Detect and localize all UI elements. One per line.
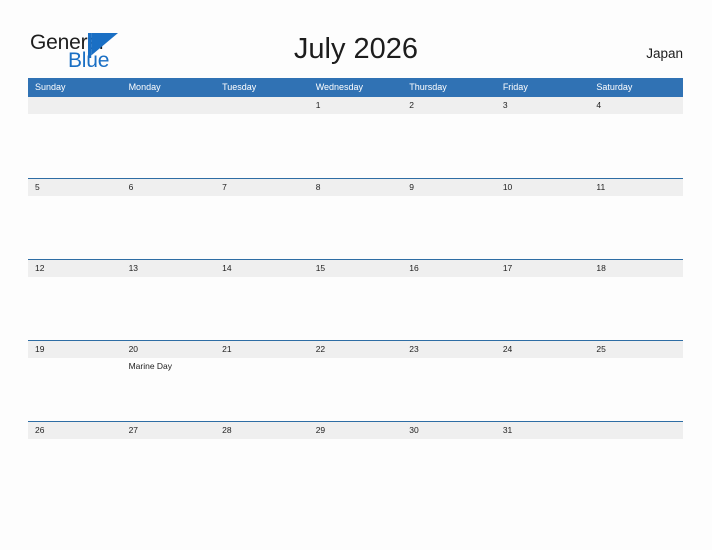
- calendar-day-cell[interactable]: 16: [402, 260, 496, 340]
- day-number: 16: [409, 263, 419, 273]
- weekday-header-wednesday: Wednesday: [315, 82, 364, 92]
- calendar-day-cell[interactable]: 22: [309, 341, 403, 421]
- weekday-header-monday: Monday: [128, 82, 161, 92]
- calendar-weeks: 1 2 3 4 5 6 7 8 9 10 11 12 13 14 15 16 17 18 19 20 Marine Da…: [28, 97, 683, 502]
- weekday-header-sunday: Sunday: [35, 82, 66, 92]
- weekday-header-thursday: Thursday: [409, 82, 447, 92]
- week-cells: 5 6 7 8 9 10 11: [28, 179, 683, 259]
- calendar-day-cell[interactable]: 10: [496, 179, 590, 259]
- calendar-week-row: 26 27 28 29 30 31: [28, 421, 683, 502]
- calendar-day-cell[interactable]: 23: [402, 341, 496, 421]
- day-number: 22: [315, 344, 326, 354]
- calendar-day-cell[interactable]: 26: [28, 422, 122, 502]
- weekday-header-tuesday: Tuesday: [222, 82, 257, 92]
- day-number: 8: [315, 182, 321, 192]
- weekday-header-saturday: Saturday: [596, 82, 633, 92]
- day-number: 11: [596, 182, 606, 192]
- calendar-day-cell[interactable]: 11: [589, 179, 683, 259]
- day-number: 9: [409, 182, 414, 192]
- day-number: 2: [409, 100, 414, 110]
- calendar-day-cell[interactable]: 14: [215, 260, 309, 340]
- country-label: Japan: [646, 46, 683, 61]
- week-cells: 12 13 14 15 16 17 18: [28, 260, 683, 340]
- weekday-header-row: Sunday Monday Tuesday Wednesday Thursday…: [28, 78, 683, 97]
- day-number: 10: [502, 182, 513, 192]
- day-number: 4: [596, 100, 602, 110]
- day-number: 13: [128, 263, 139, 273]
- calendar-day-cell[interactable]: 15: [309, 260, 403, 340]
- calendar-day-cell[interactable]: 31: [496, 422, 590, 502]
- calendar-day-cell[interactable]: 25: [589, 341, 683, 421]
- calendar-week-row: 19 20 Marine Day 21 22 23 24 25: [28, 340, 683, 421]
- calendar-grid: Sunday Monday Tuesday Wednesday Thursday…: [28, 78, 683, 502]
- holiday-event-label: Marine Day: [128, 361, 173, 371]
- day-number: 1: [315, 100, 321, 110]
- page-header: General Blue July 2026 Japan: [0, 0, 712, 78]
- calendar-day-cell[interactable]: 27: [122, 422, 216, 502]
- day-number: 3: [502, 100, 508, 110]
- day-number: 21: [222, 344, 232, 354]
- day-number: 14: [222, 263, 232, 273]
- calendar-day-cell[interactable]: 18: [589, 260, 683, 340]
- day-number: 6: [128, 182, 134, 192]
- calendar-day-cell[interactable]: 19: [28, 341, 122, 421]
- day-number: 7: [222, 182, 227, 192]
- day-number: 25: [596, 344, 606, 354]
- day-events: Marine Day: [129, 358, 216, 372]
- calendar-week-row: 5 6 7 8 9 10 11: [28, 178, 683, 259]
- day-number: 19: [35, 344, 45, 354]
- calendar-day-cell-empty: [589, 422, 683, 502]
- calendar-day-cell[interactable]: 20 Marine Day: [122, 341, 216, 421]
- day-number: 26: [35, 425, 45, 435]
- calendar-day-cell[interactable]: 29: [309, 422, 403, 502]
- calendar-week-row: 12 13 14 15 16 17 18: [28, 259, 683, 340]
- day-number: 15: [315, 263, 326, 273]
- day-number: 24: [502, 344, 513, 354]
- day-number: 28: [222, 425, 232, 435]
- calendar-day-cell[interactable]: 2: [402, 97, 496, 177]
- calendar-day-cell[interactable]: 12: [28, 260, 122, 340]
- day-number: 18: [596, 263, 606, 273]
- week-cells: 1 2 3 4: [28, 97, 683, 177]
- day-number: 17: [502, 263, 513, 273]
- calendar-day-cell[interactable]: 28: [215, 422, 309, 502]
- week-cells: 19 20 Marine Day 21 22 23 24 25: [28, 341, 683, 421]
- calendar-day-cell[interactable]: 30: [402, 422, 496, 502]
- calendar-day-cell[interactable]: 9: [402, 179, 496, 259]
- calendar-day-cell-empty: [215, 97, 309, 177]
- calendar-day-cell[interactable]: 17: [496, 260, 590, 340]
- calendar-day-cell[interactable]: 6: [122, 179, 216, 259]
- calendar-day-cell[interactable]: 4: [589, 97, 683, 177]
- day-number: 20: [128, 344, 139, 354]
- weekday-header-friday: Friday: [502, 82, 528, 92]
- day-number: 27: [128, 425, 139, 435]
- calendar-day-cell[interactable]: 5: [28, 179, 122, 259]
- day-number: 12: [35, 263, 45, 273]
- week-cells: 26 27 28 29 30 31: [28, 422, 683, 502]
- day-number: 30: [409, 425, 419, 435]
- calendar-day-cell-empty: [122, 97, 216, 177]
- calendar-day-cell[interactable]: 8: [309, 179, 403, 259]
- page-title: July 2026: [293, 33, 419, 65]
- calendar-week-row: 1 2 3 4: [28, 97, 683, 178]
- day-number: 23: [409, 344, 419, 354]
- calendar-day-cell[interactable]: 1: [309, 97, 403, 177]
- calendar-day-cell[interactable]: 21: [215, 341, 309, 421]
- day-number: 5: [35, 182, 40, 192]
- calendar-day-cell[interactable]: 24: [496, 341, 590, 421]
- calendar-day-cell[interactable]: 3: [496, 97, 590, 177]
- calendar-day-cell[interactable]: 13: [122, 260, 216, 340]
- calendar-day-cell[interactable]: 7: [215, 179, 309, 259]
- calendar-day-cell-empty: [28, 97, 122, 177]
- day-number: 31: [502, 425, 513, 435]
- day-number: 29: [315, 425, 326, 435]
